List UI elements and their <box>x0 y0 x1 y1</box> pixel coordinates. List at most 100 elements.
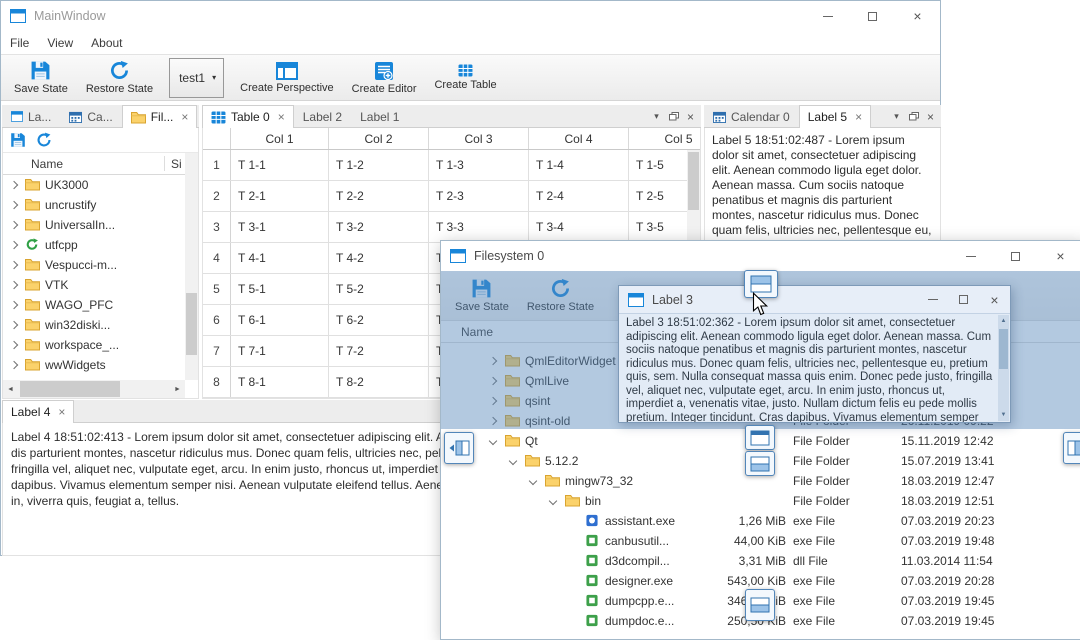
tree-item[interactable]: uncrustify <box>3 195 198 215</box>
expander-icon[interactable] <box>9 320 19 330</box>
scroll-right-button[interactable]: ► <box>170 380 185 398</box>
file-row[interactable]: canbusutil... 44,00 KiB exe File 07.03.2019… <box>441 531 1080 551</box>
close-dock-button[interactable]: × <box>682 105 699 128</box>
file-row[interactable]: assistant.exe 1,26 MiB exe File 07.03.2019 … <box>441 511 1080 531</box>
table-cell[interactable]: T 8-2 <box>329 367 429 397</box>
close-button[interactable]: × <box>1038 241 1080 271</box>
tab-ca[interactable]: Ca... <box>60 105 121 128</box>
file-row[interactable]: bin File Folder 18.03.2019 12:51 <box>441 491 1080 511</box>
table-cell[interactable]: T 2-2 <box>329 181 429 211</box>
save-state-button[interactable]: Save State <box>5 56 77 100</box>
name-column-header[interactable]: Name <box>31 157 63 171</box>
table-cell[interactable]: T 7-1 <box>231 336 329 366</box>
detach-button[interactable] <box>905 105 922 128</box>
menu-item-file[interactable]: File <box>1 33 38 53</box>
tab-label-1[interactable]: Label 1 <box>351 105 408 128</box>
tab-label-4[interactable]: Label 4 × <box>2 400 75 423</box>
column-header[interactable]: Col 4 <box>529 128 629 149</box>
table-cell[interactable]: T 8-1 <box>231 367 329 397</box>
scroll-down-button[interactable]: ▼ <box>998 409 1009 421</box>
scrollbar-track[interactable] <box>998 327 1009 409</box>
expander-icon[interactable] <box>528 476 538 486</box>
detach-button[interactable] <box>665 105 682 128</box>
row-header[interactable]: 7 <box>203 336 231 366</box>
tree-item[interactable]: UK3000 <box>3 175 198 195</box>
tab-label-2[interactable]: Label 2 <box>294 105 351 128</box>
scrollbar-thumb[interactable] <box>20 381 120 397</box>
maximize-button[interactable] <box>993 241 1038 271</box>
tree-item[interactable]: Vespucci-m... <box>3 255 198 275</box>
table-cell[interactable]: T 1-4 <box>529 150 629 180</box>
table-cell[interactable]: T 7-2 <box>329 336 429 366</box>
table-cell[interactable]: T 1-1 <box>231 150 329 180</box>
menu-item-about[interactable]: About <box>82 33 131 53</box>
table-cell[interactable]: T 6-1 <box>231 305 329 335</box>
row-header[interactable]: 2 <box>203 181 231 211</box>
minimize-button[interactable] <box>805 1 850 31</box>
size-column-header[interactable]: Si <box>171 157 182 171</box>
table-cell[interactable]: T 3-4 <box>529 212 629 242</box>
table-cell[interactable]: T 2-1 <box>231 181 329 211</box>
table-cell[interactable]: T 4-1 <box>231 243 329 273</box>
menu-item-view[interactable]: View <box>38 33 82 53</box>
tree-item[interactable]: workspace_... <box>3 335 198 355</box>
row-header[interactable]: 8 <box>203 367 231 397</box>
table-cell[interactable]: T 1-3 <box>429 150 529 180</box>
table-cell[interactable]: T 3-1 <box>231 212 329 242</box>
row-header[interactable]: 4 <box>203 243 231 273</box>
scrollbar-track[interactable] <box>18 380 170 398</box>
table-cell[interactable]: T 1-2 <box>329 150 429 180</box>
close-dock-button[interactable]: × <box>922 105 939 128</box>
tree-header[interactable]: Name Si <box>3 153 198 175</box>
tree-item[interactable]: wwWidgets <box>3 355 198 375</box>
table-cell[interactable]: T 4-2 <box>329 243 429 273</box>
table-cell[interactable]: T 3-3 <box>429 212 529 242</box>
expander-icon[interactable] <box>9 180 19 190</box>
dock-left-indicator[interactable] <box>444 432 474 464</box>
expander-icon[interactable] <box>9 200 19 210</box>
row-header[interactable]: 5 <box>203 274 231 304</box>
expander-icon[interactable] <box>9 360 19 370</box>
create-perspective-button[interactable]: Create Perspective <box>231 56 343 100</box>
restore-state-button[interactable] <box>33 129 55 151</box>
table-cell[interactable]: T 5-1 <box>231 274 329 304</box>
tab-close-button[interactable]: × <box>58 406 65 418</box>
create-editor-button[interactable]: Create Editor <box>343 56 426 100</box>
file-row[interactable]: designer.exe 543,00 KiB exe File 07.03.2019… <box>441 571 1080 591</box>
restore-state-button[interactable]: Restore State <box>77 56 162 100</box>
tab-close-button[interactable]: × <box>181 111 188 123</box>
table-cell[interactable]: T 3-2 <box>329 212 429 242</box>
filesystem-titlebar[interactable]: Filesystem 0 × <box>441 241 1080 271</box>
vertical-scrollbar[interactable] <box>185 153 198 380</box>
tab-la[interactable]: La... <box>2 105 60 128</box>
vertical-scrollbar[interactable]: ▲ ▼ <box>998 315 1009 421</box>
expander-icon[interactable] <box>9 340 19 350</box>
expander-icon[interactable] <box>488 436 498 446</box>
tree-item[interactable]: VTK <box>3 275 198 295</box>
dock-center-indicator[interactable] <box>745 425 775 450</box>
expander-icon[interactable] <box>508 456 518 466</box>
column-divider[interactable] <box>164 156 165 171</box>
tab-fil[interactable]: Fil... × <box>121 105 198 128</box>
maximize-button[interactable] <box>850 1 895 31</box>
close-button[interactable]: × <box>895 1 940 31</box>
label3-titlebar[interactable]: Label 3 × <box>619 286 1010 314</box>
row-header[interactable]: 3 <box>203 212 231 242</box>
maximize-button[interactable] <box>948 286 979 313</box>
main-titlebar[interactable]: MainWindow × <box>1 1 940 31</box>
create-table-button[interactable]: Create Table <box>425 56 505 100</box>
tab-table-0[interactable]: Table 0 × <box>202 105 294 128</box>
perspective-combo[interactable]: test1 ▾ <box>169 57 225 98</box>
horizontal-scrollbar[interactable]: ◄ ► <box>3 380 185 398</box>
table-cell[interactable]: T 5-2 <box>329 274 429 304</box>
row-header[interactable]: 1 <box>203 150 231 180</box>
expander-icon[interactable] <box>9 280 19 290</box>
row-header[interactable]: 6 <box>203 305 231 335</box>
save-state-button[interactable] <box>7 129 29 151</box>
expander-icon[interactable] <box>9 220 19 230</box>
column-header[interactable]: Col 3 <box>429 128 529 149</box>
dock-right-indicator[interactable] <box>1063 432 1080 464</box>
expander-icon[interactable] <box>9 300 19 310</box>
tab-calendar-0[interactable]: Calendar 0 <box>704 105 799 128</box>
column-header[interactable]: Col 5 <box>629 128 700 149</box>
